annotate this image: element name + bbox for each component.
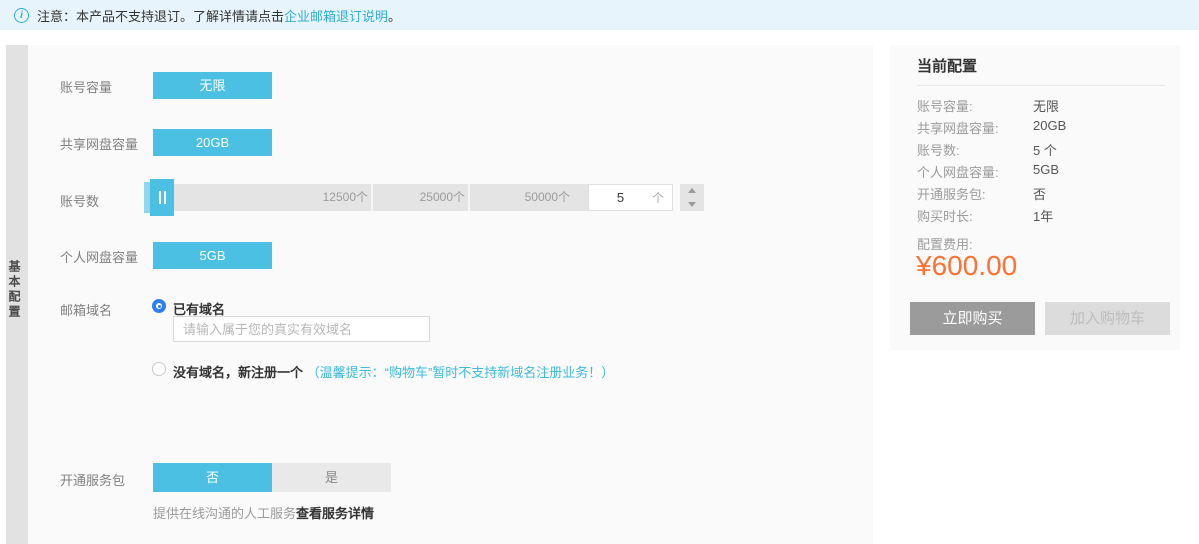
personal-disk-option-5gb[interactable]: 5GB	[153, 242, 272, 269]
slider-tick-12500: 12500个	[263, 184, 368, 211]
summary-divider	[917, 85, 1165, 86]
account-capacity-label: 账号容量	[60, 77, 112, 96]
buy-now-button[interactable]: 立即购买	[910, 302, 1035, 335]
account-capacity-option-unlimited[interactable]: 无限	[153, 72, 272, 99]
summary-label: 账号容量:	[917, 99, 973, 114]
service-pack-note: 提供在线沟通的人工服务查看服务详情	[153, 503, 374, 522]
account-count-input[interactable]	[589, 190, 652, 205]
summary-value: 5GB	[1033, 162, 1059, 177]
new-domain-hint: （温馨提示：“购物车”暂时不支持新域名注册业务！）	[307, 365, 615, 380]
summary-row: 账号数: 5 个	[917, 140, 1165, 159]
summary-row: 个人网盘容量: 5GB	[917, 162, 1165, 181]
service-pack-option-no[interactable]: 否	[153, 463, 272, 492]
domain-label: 邮箱域名	[60, 300, 112, 319]
stepper-up-button[interactable]	[680, 184, 704, 198]
notice-bar: 注意：本产品不支持退订。了解详情请点击企业邮箱退订说明。	[0, 0, 1199, 30]
slider-tick-25000: 25000个	[365, 184, 465, 211]
summary-row: 共享网盘容量: 20GB	[917, 118, 1165, 137]
summary-row: 购买时长: 1年	[917, 206, 1165, 225]
radio-new-domain[interactable]	[152, 362, 166, 376]
add-to-cart-button[interactable]: 加入购物车	[1045, 302, 1170, 335]
new-domain-option-label[interactable]: 没有域名，新注册一个 （温馨提示：“购物车”暂时不支持新域名注册业务！）	[173, 362, 614, 381]
arrow-down-icon	[688, 202, 696, 207]
summary-row: 账号容量: 无限	[917, 96, 1165, 115]
radio-has-domain[interactable]	[152, 299, 166, 313]
notice-text: 注意：本产品不支持退订。了解详情请点击	[37, 6, 284, 25]
summary-label: 购买时长:	[917, 209, 973, 224]
summary-label: 开通服务包:	[917, 187, 986, 202]
account-count-slider-track[interactable]: 12500个 25000个 50000个	[153, 184, 588, 211]
account-count-stepper	[680, 184, 704, 211]
summary-panel: 当前配置 账号容量: 无限 共享网盘容量: 20GB 账号数: 5 个 个人网盘…	[890, 45, 1180, 350]
summary-value: 否	[1033, 184, 1046, 203]
summary-label: 账号数:	[917, 143, 960, 158]
summary-title: 当前配置	[917, 55, 977, 76]
summary-label: 个人网盘容量:	[917, 165, 999, 180]
personal-disk-label: 个人网盘容量	[60, 247, 138, 266]
service-detail-link[interactable]: 查看服务详情	[296, 506, 374, 521]
service-pack-label: 开通服务包	[60, 470, 125, 489]
info-icon	[14, 8, 29, 23]
notice-suffix: 。	[388, 6, 401, 25]
account-count-label: 账号数	[60, 191, 99, 210]
config-panel: 账号容量 无限 共享网盘容量 20GB 账号数 12500个 25000个 50…	[28, 45, 873, 544]
summary-value: 20GB	[1033, 118, 1066, 133]
side-tab-strip: 基本配置	[6, 45, 28, 544]
summary-value: 5 个	[1033, 140, 1057, 159]
shared-disk-label: 共享网盘容量	[60, 134, 138, 153]
arrow-up-icon	[688, 188, 696, 193]
service-pack-note-text: 提供在线沟通的人工服务	[153, 506, 296, 521]
summary-row: 开通服务包: 否	[917, 184, 1165, 203]
shared-disk-option-20gb[interactable]: 20GB	[153, 129, 272, 156]
summary-value: 无限	[1033, 96, 1059, 115]
account-count-input-box: 个	[588, 184, 673, 211]
slider-tick-50000: 50000个	[468, 184, 570, 211]
service-pack-option-yes[interactable]: 是	[272, 463, 391, 492]
stepper-down-button[interactable]	[680, 198, 704, 212]
total-price: ¥600.00	[916, 250, 1017, 282]
new-domain-option-text: 没有域名，新注册一个	[173, 365, 303, 380]
summary-value: 1年	[1033, 206, 1053, 225]
account-count-unit: 个	[652, 189, 672, 206]
domain-input[interactable]	[173, 316, 430, 342]
tab-basic-config[interactable]: 基本配置	[6, 260, 28, 320]
slider-handle[interactable]	[150, 179, 174, 216]
unsubscribe-help-link[interactable]: 企业邮箱退订说明	[284, 6, 388, 25]
summary-label: 共享网盘容量:	[917, 121, 999, 136]
